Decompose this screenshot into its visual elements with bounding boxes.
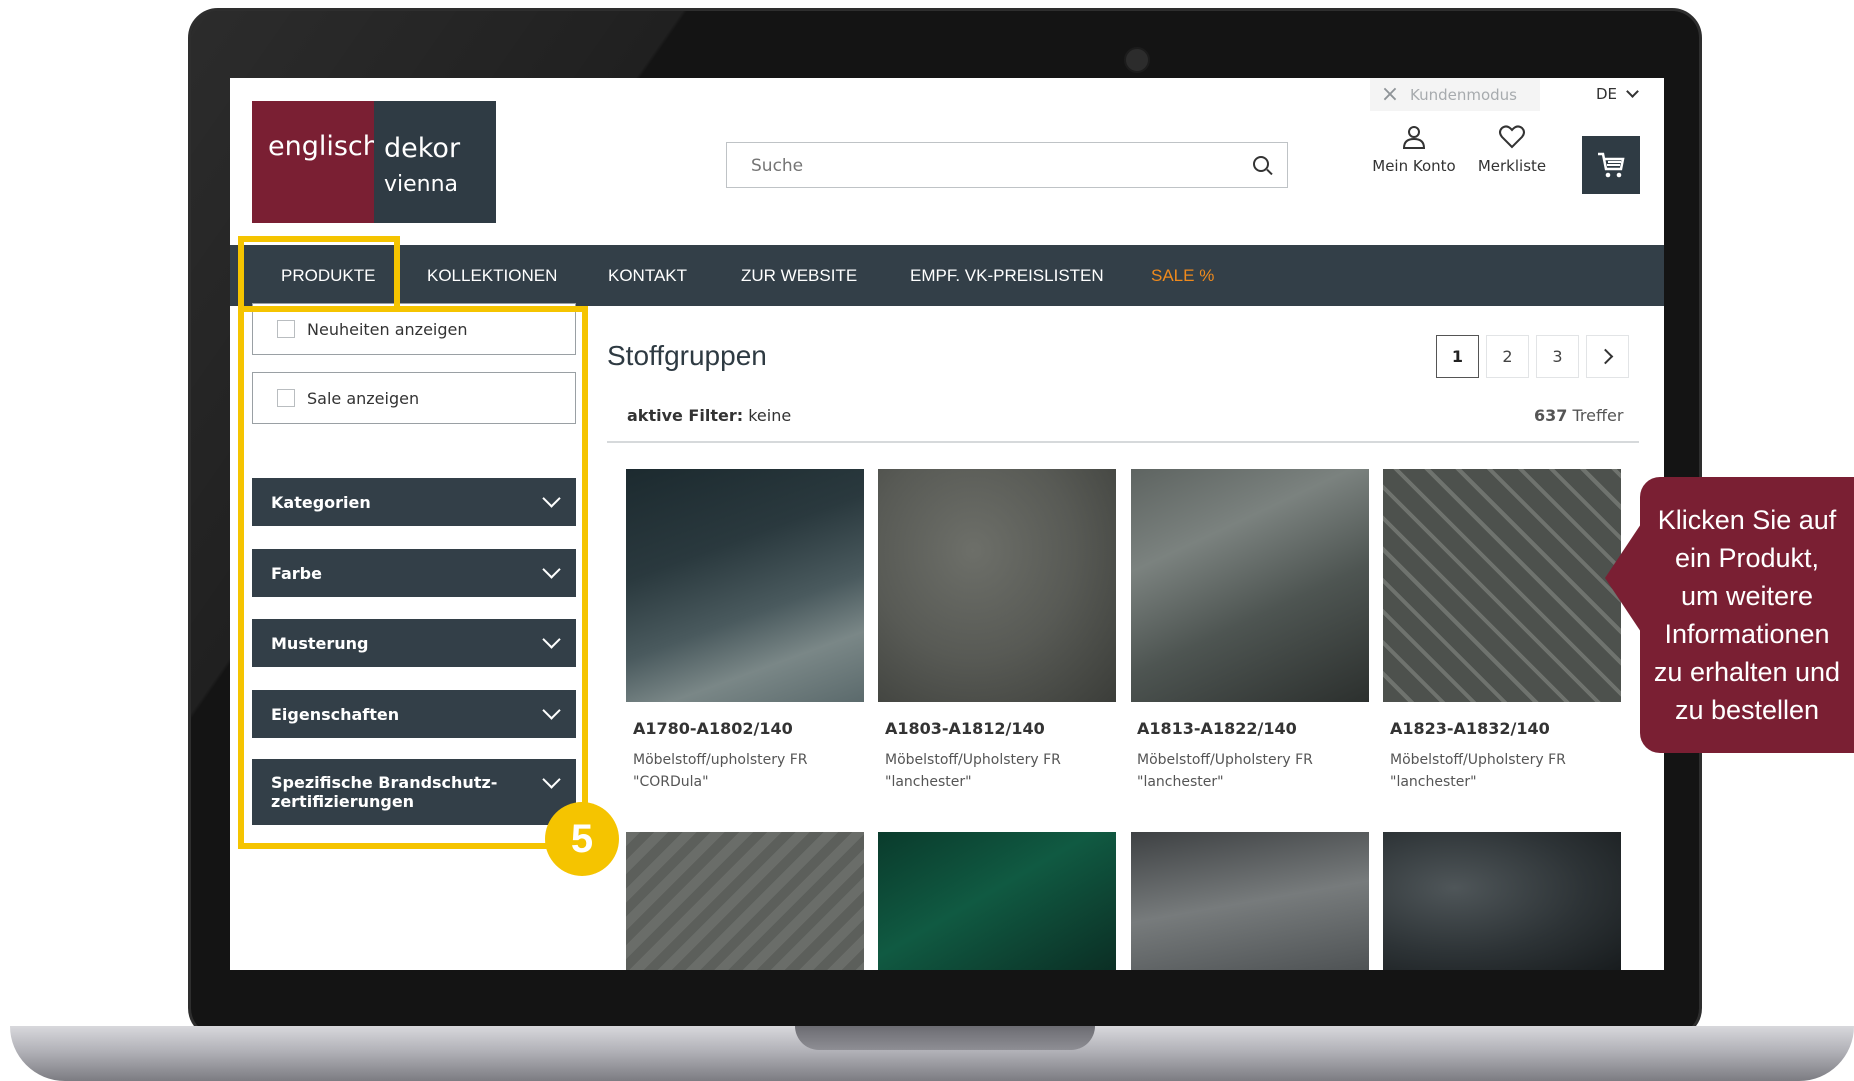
logo-word-englisch: englisch: [268, 131, 380, 162]
tooltip-line: Klicken Sie auf: [1657, 505, 1837, 535]
result-count-label: Treffer: [1572, 406, 1624, 425]
nav-item-zur-website[interactable]: ZUR WEBSITE: [741, 245, 857, 306]
heart-icon: [1470, 124, 1554, 157]
result-count-number: 637: [1534, 406, 1568, 425]
tooltip-line: Informationen: [1664, 619, 1830, 649]
tooltip-arrow: [1605, 518, 1645, 638]
wishlist-link[interactable]: Merkliste: [1470, 124, 1554, 175]
laptop-base-notch: [795, 1026, 1095, 1050]
camera-icon: [1124, 47, 1150, 73]
language-label: DE: [1596, 85, 1618, 103]
kundenmodus-toggle[interactable]: × Kundenmodus: [1370, 78, 1540, 111]
main-navigation: PRODUKTE KOLLEKTIONEN KONTAKT ZUR WEBSIT…: [230, 245, 1664, 306]
product-image[interactable]: [878, 832, 1116, 970]
brand-logo[interactable]: englisch dekor vienna: [252, 101, 496, 223]
nav-item-kollektionen[interactable]: KOLLEKTIONEN: [427, 245, 557, 306]
product-image[interactable]: [1131, 469, 1369, 702]
pagination-next[interactable]: [1586, 335, 1629, 378]
product-image[interactable]: [626, 469, 864, 702]
nav-item-kontakt[interactable]: KONTAKT: [608, 245, 687, 306]
user-icon: [1366, 124, 1462, 157]
product-description: Möbelstoff/Upholstery FR "lanchester": [885, 749, 1061, 793]
result-count: 637 Treffer: [1534, 406, 1623, 425]
search-bar: [726, 142, 1288, 189]
pagination-page-3[interactable]: 3: [1536, 335, 1579, 378]
product-type: Möbelstoff/Upholstery FR: [1137, 752, 1313, 768]
logo-right-block: dekor vienna: [374, 101, 496, 223]
search-input[interactable]: [749, 143, 1233, 189]
chevron-right-icon: [1597, 348, 1614, 365]
tooltip-line: zu erhalten und: [1653, 657, 1841, 687]
step-badge: 5: [545, 802, 619, 876]
nav-item-sale[interactable]: SALE %: [1151, 245, 1214, 306]
pagination-page-2[interactable]: 2: [1486, 335, 1529, 378]
tooltip-line: zu bestellen: [1674, 695, 1820, 725]
chevron-down-icon: [1625, 85, 1639, 98]
product-code[interactable]: A1803-A1812/140: [885, 719, 1045, 738]
product-name: "lanchester": [885, 774, 972, 790]
active-filter-label: aktive Filter:: [627, 406, 744, 425]
logo-left-block: englisch: [252, 101, 380, 223]
product-type: Möbelstoff/Upholstery FR: [885, 752, 1061, 768]
cart-button[interactable]: [1582, 136, 1640, 194]
product-code[interactable]: A1813-A1822/140: [1137, 719, 1297, 738]
language-selector[interactable]: DE: [1596, 85, 1639, 103]
product-name: "lanchester": [1390, 774, 1477, 790]
product-image[interactable]: [1383, 469, 1621, 702]
tooltip-line: ein Produkt,: [1674, 543, 1820, 573]
instruction-tooltip: Klicken Sie auf ein Produkt, um weitere …: [1640, 477, 1854, 753]
product-image[interactable]: [1131, 832, 1369, 970]
active-filter: aktive Filter: keine: [627, 406, 791, 425]
page-title: Stoffgruppen: [607, 340, 767, 371]
product-image[interactable]: [878, 469, 1116, 702]
product-image[interactable]: [626, 832, 864, 970]
product-type: Möbelstoff/Upholstery FR: [1390, 752, 1566, 768]
account-link[interactable]: Mein Konto: [1366, 124, 1462, 175]
tooltip-line: um weitere: [1680, 581, 1814, 611]
product-name: "lanchester": [1137, 774, 1224, 790]
close-icon[interactable]: ×: [1370, 82, 1410, 107]
product-description: Möbelstoff/Upholstery FR "lanchester": [1137, 749, 1313, 793]
product-name: "CORDula": [633, 774, 709, 790]
divider: [607, 441, 1639, 443]
highlight-sidebar: [238, 306, 588, 849]
account-label: Mein Konto: [1372, 157, 1456, 175]
product-description: Möbelstoff/Upholstery FR "lanchester": [1390, 749, 1566, 793]
product-code[interactable]: A1780-A1802/140: [633, 719, 793, 738]
pagination-page-1[interactable]: 1: [1436, 335, 1479, 378]
logo-word-vienna: vienna: [384, 172, 459, 197]
nav-item-preislisten[interactable]: EMPF. VK-PREISLISTEN: [910, 245, 1104, 306]
logo-word-dekor: dekor: [384, 133, 461, 164]
active-filter-value: keine: [748, 406, 792, 425]
kundenmodus-label: Kundenmodus: [1410, 85, 1517, 104]
wishlist-label: Merkliste: [1477, 157, 1547, 175]
product-code[interactable]: A1823-A1832/140: [1390, 719, 1550, 738]
search-icon[interactable]: [1253, 156, 1269, 172]
product-image[interactable]: [1383, 832, 1621, 970]
cart-icon: [1596, 152, 1626, 187]
product-description: Möbelstoff/upholstery FR "CORDula": [633, 749, 808, 793]
highlight-nav-produkte: [238, 236, 400, 312]
product-type: Möbelstoff/upholstery FR: [633, 752, 808, 768]
